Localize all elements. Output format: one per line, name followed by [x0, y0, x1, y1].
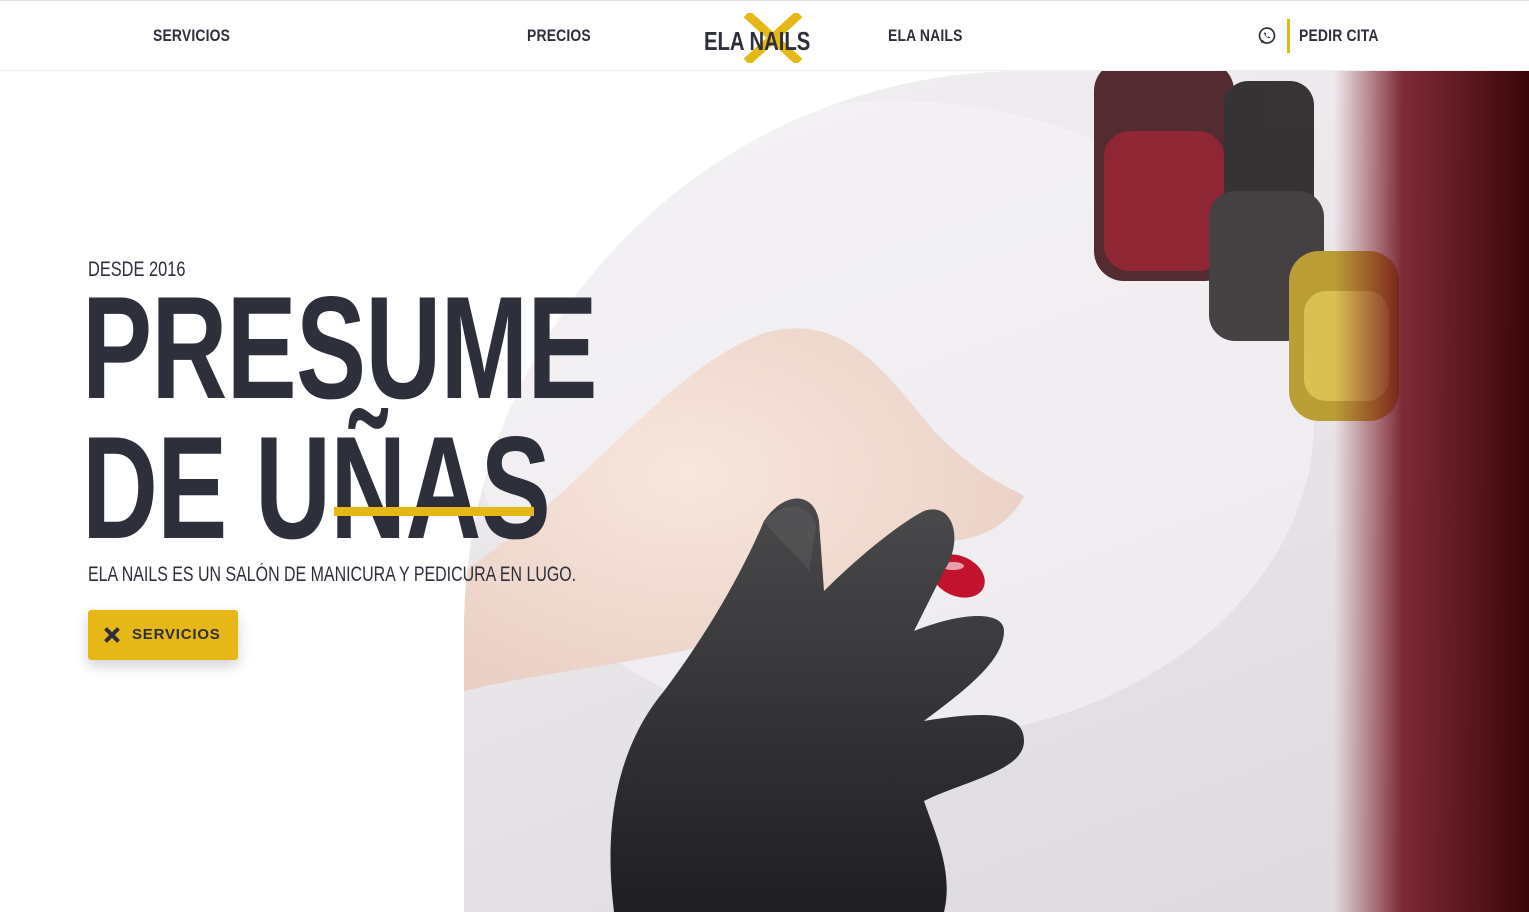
hero-headline: PRESUME DE UÑAS: [82, 266, 598, 569]
manicure-photo-illustration: [464, 71, 1529, 912]
nav-link-servicios[interactable]: SERVICIOS: [153, 26, 230, 46]
headline-line-2: DE UÑAS: [82, 406, 551, 569]
logo-text: ELA NAILS: [704, 26, 811, 56]
logo[interactable]: ELA NAILS: [704, 13, 810, 63]
pedir-cita-link[interactable]: PEDIR CITA: [1299, 26, 1379, 46]
whatsapp-icon[interactable]: [1257, 26, 1277, 46]
servicios-button[interactable]: SERVICIOS: [88, 610, 238, 660]
headline-underline-accent: [334, 507, 534, 516]
headline-line-1: PRESUME: [82, 266, 598, 429]
close-x-icon: [104, 627, 120, 643]
nav-link-precios[interactable]: PRECIOS: [527, 26, 591, 46]
servicios-button-label: SERVICIOS: [132, 626, 221, 643]
site-header: SERVICIOS PRECIOS ELA NAILS ELA NAILS PE…: [0, 0, 1529, 71]
nav-link-ela-nails[interactable]: ELA NAILS: [888, 26, 963, 46]
hero-photo: [464, 71, 1529, 912]
cta-divider: [1287, 19, 1290, 53]
hero-tagline: ELA NAILS ES UN SALÓN DE MANICURA Y PEDI…: [88, 563, 577, 586]
